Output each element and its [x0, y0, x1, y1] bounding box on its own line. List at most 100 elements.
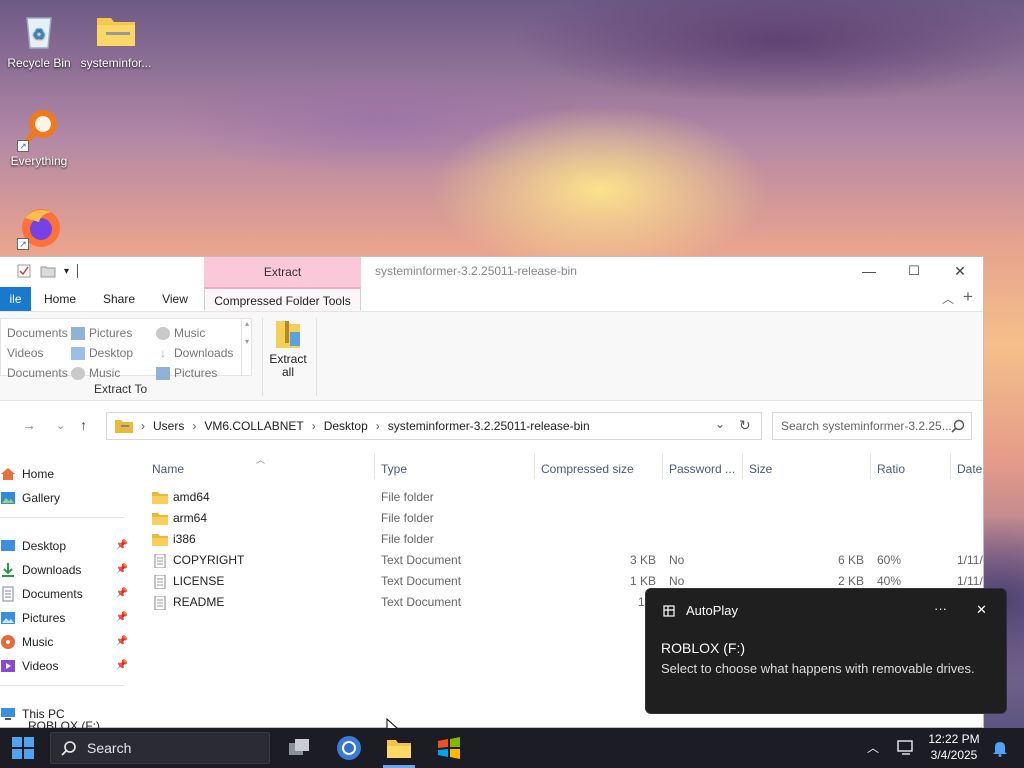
text-file-icon [154, 595, 166, 610]
notification-bell-icon[interactable] [992, 739, 1008, 757]
address-dropdown-icon[interactable]: ⌄ [715, 417, 725, 431]
breadcrumb-separator: › [311, 419, 316, 433]
pictures-icon [1, 612, 15, 624]
extract-to-item[interactable]: Music [156, 323, 233, 343]
pin-icon[interactable]: 📌 [116, 607, 128, 629]
search-input[interactable]: Search systeminformer-3.2.25... [772, 412, 972, 440]
extract-to-item[interactable]: Pictures [156, 363, 233, 383]
column-header-ratio[interactable]: Ratio [877, 459, 905, 479]
file-name: LICENSE [173, 574, 225, 588]
this-pc-icon [1, 708, 15, 720]
close-button[interactable]: ✕ [937, 257, 983, 287]
extract-to-item[interactable]: Pictures [71, 323, 133, 343]
search-icon [951, 419, 965, 433]
file-name-cell: COPYRIGHT [152, 550, 244, 571]
nav-item-documents[interactable]: Documents 📌 [0, 583, 132, 605]
column-header-type[interactable]: Type [381, 459, 407, 479]
tab-compressed-folder-tools[interactable]: Compressed Folder Tools [204, 287, 361, 311]
extract-to-group-label: Extract To [94, 382, 148, 396]
gallery-icon [1, 492, 15, 504]
file-compressed-cell: 3 KB [629, 553, 656, 567]
column-divider[interactable] [534, 453, 535, 479]
pin-icon[interactable]: 📌 [116, 631, 128, 653]
desktop-icon-everything[interactable]: ↗ Everything [1, 106, 77, 168]
breadcrumb-desktop[interactable]: Desktop [324, 419, 368, 433]
extract-to-item[interactable]: Music [71, 363, 133, 383]
maximize-button[interactable]: ☐ [891, 257, 937, 287]
qat-dropdown-icon[interactable]: ▾ [64, 266, 69, 277]
system-clock[interactable]: 12:22 PM 3/4/2025 [926, 731, 982, 763]
collapse-ribbon-icon[interactable]: ︿ [942, 290, 954, 307]
address-row: → ⌄ ↑ › Users › VM6.COLLABNET › Desktop … [0, 409, 983, 441]
column-divider[interactable] [870, 453, 871, 479]
extract-to-item[interactable]: Documents [7, 363, 68, 383]
column-header-name[interactable]: Name [152, 459, 184, 479]
nav-item-music[interactable]: Music 📌 [0, 631, 132, 653]
desktop-icon-firefox[interactable]: ↗ [1, 204, 77, 252]
breadcrumb-separator: › [141, 419, 145, 433]
refresh-icon[interactable]: ↻ [739, 417, 751, 434]
gallery-scroll[interactable]: ▴ ▾ [241, 319, 252, 375]
tab-file[interactable]: ile [0, 287, 31, 311]
nav-item-home[interactable]: Home [0, 463, 132, 485]
notification-close-button[interactable]: ✕ [976, 602, 987, 618]
recent-locations-icon[interactable]: ⌄ [56, 419, 65, 432]
column-divider[interactable] [662, 453, 663, 479]
address-bar[interactable]: › Users › VM6.COLLABNET › Desktop › syst… [106, 412, 762, 440]
nav-item-downloads[interactable]: Downloads 📌 [0, 559, 132, 581]
column-header-date[interactable]: Date [957, 459, 982, 479]
tab-view[interactable]: View [153, 287, 197, 311]
extract-to-item[interactable]: Videos [7, 343, 68, 363]
properties-icon[interactable] [16, 263, 32, 279]
column-header-compressed-size[interactable]: Compressed size [541, 459, 634, 479]
pin-icon[interactable]: 📌 [116, 535, 128, 557]
file-type-cell: Text Document [381, 574, 462, 588]
start-button-windows-icon[interactable] [12, 737, 34, 759]
taskbar-search-box[interactable]: Search [50, 732, 270, 764]
nav-item-pictures[interactable]: Pictures 📌 [0, 607, 132, 629]
notification-more-button[interactable]: ··· [934, 601, 947, 616]
autoplay-notification[interactable]: AutoPlay ··· ✕ ROBLOX (F:) Select to cho… [645, 588, 1007, 714]
minimize-button[interactable]: — [846, 257, 892, 287]
nav-item-gallery[interactable]: Gallery [0, 487, 132, 509]
extract-to-item[interactable]: ↓ Downloads [156, 343, 233, 363]
nav-item-desktop[interactable]: Desktop 📌 [0, 535, 132, 557]
desktop-icon [71, 346, 85, 360]
pin-icon[interactable]: 📌 [116, 655, 128, 677]
column-divider[interactable] [374, 453, 375, 479]
extract-all-button[interactable]: Extract all [268, 318, 308, 379]
pin-icon[interactable]: 📌 [116, 583, 128, 605]
ribbon-panel: Documents Videos Documents Pictures Desk… [0, 311, 983, 401]
windows-flag-icon[interactable] [435, 734, 463, 762]
network-icon[interactable] [896, 739, 916, 757]
table-row[interactable]: COPYRIGHT Text Document 3 KB No 6 KB 60% 1/11/ [140, 550, 984, 571]
new-folder-icon[interactable] [40, 263, 56, 279]
file-name-cell: README [152, 592, 224, 613]
forward-icon[interactable]: → [22, 417, 36, 433]
column-header-password[interactable]: Password ... [669, 459, 735, 479]
table-row[interactable]: amd64 File folder [140, 487, 984, 508]
extract-to-item[interactable]: Desktop [71, 343, 133, 363]
column-divider[interactable] [742, 453, 743, 479]
column-header-size[interactable]: Size [749, 459, 772, 479]
table-row[interactable]: arm64 File folder [140, 508, 984, 529]
extract-to-item[interactable]: Documents [7, 323, 68, 343]
desktop-icon-zip-folder[interactable]: systeminfor... [78, 8, 154, 70]
task-view-icon[interactable] [285, 734, 313, 762]
up-icon[interactable]: ↑ [80, 417, 87, 433]
chrome-icon[interactable] [335, 734, 363, 762]
new-tab-icon[interactable]: + [963, 287, 973, 307]
breadcrumb-user[interactable]: VM6.COLLABNET [204, 419, 303, 433]
tab-home[interactable]: Home [38, 287, 82, 311]
column-divider[interactable] [950, 453, 951, 479]
breadcrumb-current[interactable]: systeminformer-3.2.25011-release-bin [388, 419, 590, 433]
desktop-icon-recycle-bin[interactable]: ♻ Recycle Bin [1, 8, 77, 70]
tab-share[interactable]: Share [97, 287, 141, 311]
table-row[interactable]: i386 File folder [140, 529, 984, 550]
nav-item-videos[interactable]: Videos 📌 [0, 655, 132, 677]
show-hidden-icons[interactable]: ︿ [867, 739, 879, 756]
file-explorer-icon[interactable] [385, 734, 413, 762]
breadcrumb-users[interactable]: Users [153, 419, 184, 433]
pin-icon[interactable]: 📌 [116, 559, 128, 581]
file-name: README [173, 595, 225, 609]
